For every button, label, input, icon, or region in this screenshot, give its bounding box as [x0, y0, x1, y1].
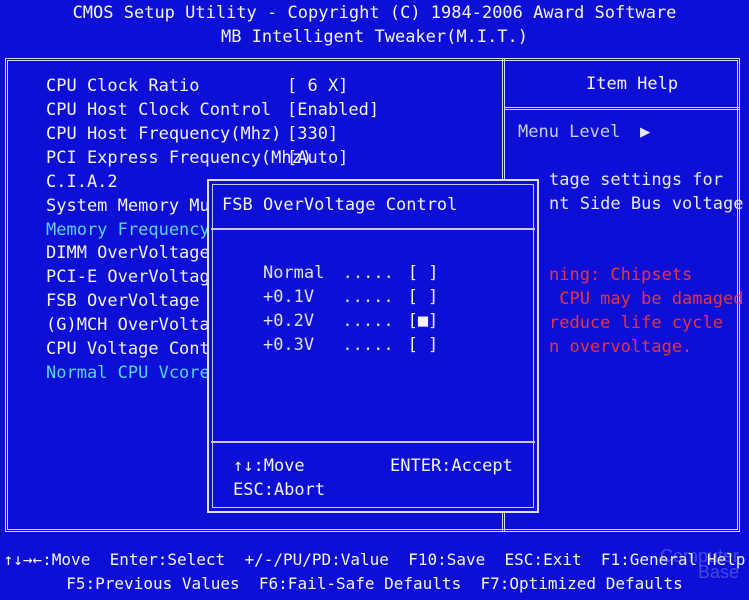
warning-text-line2: CPU may be damaged: [549, 289, 744, 309]
setting-cpu-host-clock-control[interactable]: CPU Host Clock Control: [46, 100, 271, 120]
value-cpu-host-frequency[interactable]: [330]: [287, 124, 338, 144]
value-cpu-host-clock-control[interactable]: [Enabled]: [287, 100, 379, 120]
footer-keys-line1: ↑↓→←:Move Enter:Select +/-/PU/PD:Value F…: [3, 550, 746, 569]
option-label: +0.3V: [262, 335, 315, 355]
warning-text-line4: n overvoltage.: [549, 337, 693, 357]
setting-gmch-overvoltage[interactable]: (G)MCH OverVoltag: [46, 315, 220, 335]
value-cpu-clock-ratio[interactable]: [ 6 X]: [287, 76, 348, 96]
setting-pcie-overvoltage[interactable]: PCI-E OverVoltage: [46, 267, 220, 287]
setting-dimm-overvoltage[interactable]: DIMM OverVoltage: [46, 243, 210, 263]
help-text-line2: nt Side Bus voltage: [549, 194, 744, 214]
menu-level-label: Menu Level: [518, 122, 621, 142]
setting-pci-express-frequency[interactable]: PCI Express Frequency(Mhz): [46, 148, 312, 168]
bios-screen: CMOS Setup Utility - Copyright (C) 1984-…: [0, 0, 749, 600]
setting-system-memory-multiplier[interactable]: System Memory Mul: [46, 196, 220, 216]
page-title: MB Intelligent Tweaker(M.I.T.): [220, 27, 529, 47]
dialog-key-abort: ESC:Abort: [233, 480, 326, 500]
help-title-divider: [504, 107, 740, 110]
warning-text-line1: ning: Chipsets: [549, 265, 693, 285]
option-plus-0-3v[interactable]: +0.3V ..... [ ]: [222, 315, 438, 375]
warning-text-line3: reduce life cycle: [549, 313, 723, 333]
dialog-footer-separator: [211, 441, 535, 443]
setting-memory-frequency[interactable]: Memory Frequency(: [46, 220, 220, 240]
dialog-key-move: ↑↓:Move: [233, 456, 305, 476]
triangle-right-icon: ▶: [640, 122, 651, 142]
option-radio[interactable]: [ ]: [408, 335, 439, 355]
setting-cpu-voltage-control[interactable]: CPU Voltage Contr: [46, 339, 220, 359]
dialog-title: FSB OverVoltage Control: [222, 195, 458, 215]
setting-cpu-clock-ratio[interactable]: CPU Clock Ratio: [46, 76, 200, 96]
item-help-title: Item Help: [586, 74, 679, 94]
dialog-key-accept: ENTER:Accept: [390, 456, 513, 476]
dialog-title-separator: [211, 228, 535, 230]
setting-cpu-host-frequency[interactable]: CPU Host Frequency(Mhz): [46, 124, 281, 144]
setting-fsb-overvoltage-control[interactable]: FSB OverVoltage C: [46, 291, 220, 311]
setting-cia2[interactable]: C.I.A.2: [46, 172, 118, 192]
footer-keys-line2: F5:Previous Values F6:Fail-Safe Defaults…: [66, 574, 683, 593]
value-pci-express-frequency[interactable]: [Auto]: [287, 148, 348, 168]
header-copyright: CMOS Setup Utility - Copyright (C) 1984-…: [72, 3, 677, 23]
setting-normal-cpu-vcore: Normal CPU Vcore: [46, 363, 210, 383]
option-dots: .....: [342, 335, 394, 355]
help-text-line1: tage settings for: [549, 170, 723, 190]
